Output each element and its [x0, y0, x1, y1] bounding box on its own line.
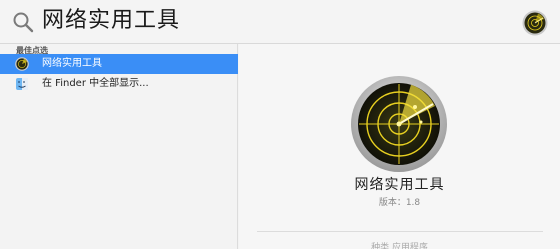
radar-app-icon: [522, 10, 548, 36]
preview-pane: 网络实用工具 版本：1.8 种类 应用程序: [239, 44, 560, 249]
results-list: 最佳点选 网络实用工具 在 Finder 中全部显示...: [0, 44, 238, 249]
search-icon: [13, 12, 34, 33]
result-row-show-all-in-finder[interactable]: 在 Finder 中全部显示...: [0, 74, 238, 94]
search-bar[interactable]: 网络实用工具: [0, 0, 560, 44]
radar-app-icon: [15, 57, 29, 71]
divider: [257, 231, 543, 232]
radar-app-icon: [351, 76, 447, 172]
result-label: 网络实用工具: [42, 58, 102, 69]
search-input[interactable]: 网络实用工具: [42, 6, 180, 36]
result-label: 在 Finder 中全部显示...: [42, 78, 149, 89]
spotlight-window: 网络实用工具 最佳点选 网络实用工具 在 Finder 中全部显示... 网络实…: [0, 0, 560, 249]
preview-title: 网络实用工具: [354, 177, 445, 193]
preview-version: 版本：1.8: [378, 198, 421, 208]
preview-kind: 种类 应用程序: [371, 243, 428, 249]
result-row-network-utility[interactable]: 网络实用工具: [0, 54, 238, 74]
finder-icon: [16, 78, 28, 90]
